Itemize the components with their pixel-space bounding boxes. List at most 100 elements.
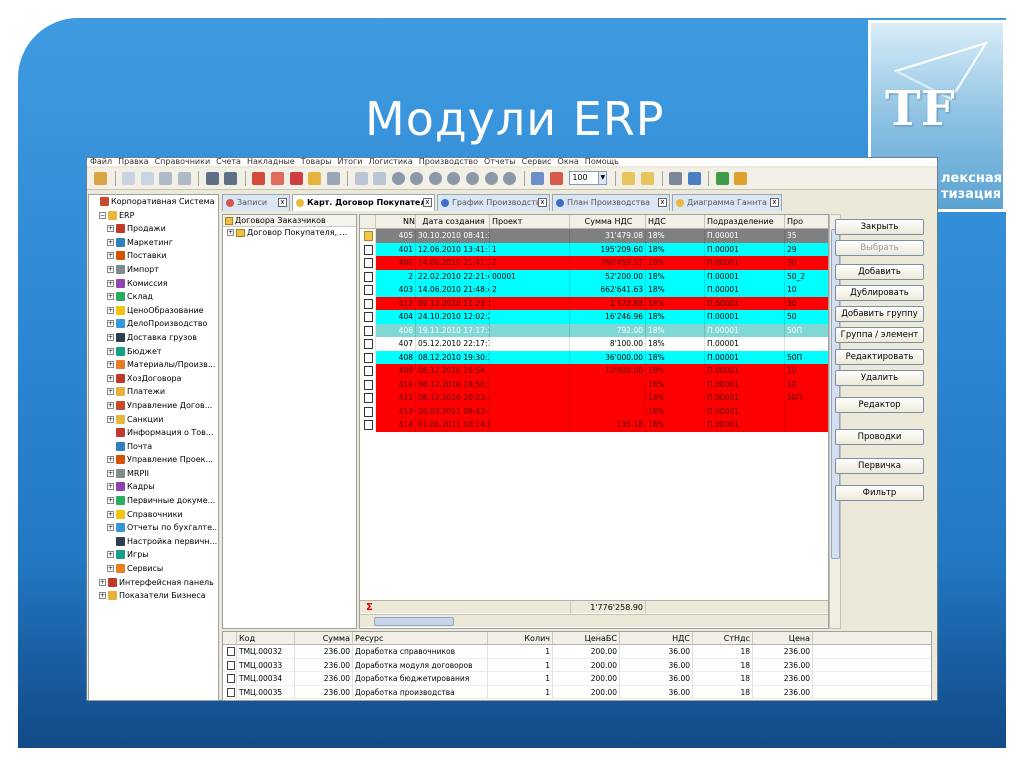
printer-icon[interactable]	[669, 172, 683, 185]
expand-toggle-icon[interactable]: +	[107, 483, 114, 491]
expand-toggle-icon[interactable]: −	[99, 211, 106, 219]
tree-item[interactable]: + Платежи	[89, 385, 218, 399]
table-row[interactable]: 411 08.12.2010 20:23:48 18% П.00001 50П	[360, 391, 828, 405]
action-button[interactable]: Группа / элемент	[835, 327, 924, 343]
action-button[interactable]: Редактор	[835, 397, 924, 413]
grid-horizontal-scrollbar[interactable]	[360, 614, 828, 627]
action-button[interactable]: Добавить	[835, 264, 924, 280]
scrollbar-thumb[interactable]	[374, 617, 454, 626]
expand-toggle-icon[interactable]: +	[107, 238, 114, 246]
action-button[interactable]: Первичка	[835, 458, 924, 474]
grid-column-header[interactable]: Сумма НДС	[570, 215, 646, 229]
expand-toggle-icon[interactable]: +	[107, 415, 114, 423]
table-row[interactable]: 2 22.02.2010 22:21:46 00001 52'200.00 18% П.0…	[360, 269, 828, 283]
folder-icon[interactable]	[622, 172, 636, 185]
expand-toggle-icon[interactable]: +	[107, 497, 114, 505]
menu-item[interactable]: Помощь	[585, 158, 619, 166]
action-button[interactable]: Добавить группу	[835, 306, 924, 322]
table-row[interactable]: 408 08.12.2010 19:30:33 36'000.00 18% П.0000…	[360, 350, 828, 364]
menu-item[interactable]: Итоги	[338, 158, 363, 166]
end-icon[interactable]	[503, 172, 517, 185]
window-icon[interactable]	[687, 172, 701, 185]
chart-icon[interactable]	[252, 172, 266, 185]
refresh-icon[interactable]	[326, 172, 340, 185]
expand-toggle-icon[interactable]: +	[107, 374, 114, 382]
action-button[interactable]: Редактировать	[835, 349, 924, 365]
table-row[interactable]: 410 08.12.2010 19:56:29 18% П.00001 10	[360, 377, 828, 391]
first-icon[interactable]	[391, 172, 405, 185]
table-row[interactable]: 405 30.10.2010 08:41:39 31'479.08 18% П.0000…	[360, 229, 828, 243]
grid-column-header[interactable]: Подразделение	[705, 215, 785, 229]
detail-column-header[interactable]: Сумма	[295, 632, 353, 645]
tree-item[interactable]: + Игры	[89, 548, 218, 562]
zoom-icon[interactable]	[224, 172, 238, 185]
expand-toggle-icon[interactable]: +	[107, 225, 114, 233]
grid-column-header[interactable]: НДС	[646, 215, 705, 229]
tree-item[interactable]: + Интерфейсная панель	[89, 576, 218, 590]
table-row[interactable]: 401 12.06.2010 13:41:14 1 195'209.60 18% П.00…	[360, 242, 828, 256]
calendar-icon[interactable]	[531, 172, 545, 185]
tree-item[interactable]: Настройка первичн...	[89, 535, 218, 549]
expand-toggle-icon[interactable]: +	[107, 551, 114, 559]
tree-item[interactable]: + Управление Догов...	[89, 399, 218, 413]
close-icon[interactable]: x	[278, 198, 287, 207]
expand-toggle-icon[interactable]: +	[107, 524, 114, 532]
table-row[interactable]: 413 26.03.2011 09:43:37 18% П.00001	[360, 404, 828, 418]
detail-column-header[interactable]: ЦенаБС	[553, 632, 620, 645]
contract-tree-item[interactable]: + Договор Покупателя, ...	[223, 227, 356, 239]
detail-column-header[interactable]	[223, 632, 237, 645]
zoom-select[interactable]: 100	[569, 171, 600, 185]
menu-item[interactable]: Сервис	[522, 158, 552, 166]
tab-item[interactable]: График Производства x	[437, 194, 550, 211]
contract-tree-header[interactable]: Договора Заказчиков	[223, 215, 356, 227]
exit-icon[interactable]	[715, 172, 729, 185]
next-icon[interactable]	[466, 172, 480, 185]
prev-icon[interactable]	[428, 172, 442, 185]
tree-item[interactable]: + Отчеты по бухгалте...	[89, 521, 218, 535]
expand-toggle-icon[interactable]: +	[99, 592, 106, 600]
action-button[interactable]: Удалить	[835, 370, 924, 386]
detail-column-header[interactable]: СтНдс	[693, 632, 753, 645]
menu-item[interactable]: Окна	[558, 158, 579, 166]
table-row[interactable]: 404 24.10.2010 12:02:23 16'246.96 18% П.0000…	[360, 310, 828, 324]
print-icon[interactable]	[159, 172, 173, 185]
expand-toggle-icon[interactable]: +	[107, 333, 114, 341]
tree-item[interactable]: + Санкции	[89, 413, 218, 427]
tree-item[interactable]: + Показатели Бизнеса	[89, 589, 218, 603]
preview-icon[interactable]	[177, 172, 191, 185]
tree-item[interactable]: + Кадры	[89, 480, 218, 494]
grid-column-header[interactable]: Дата создания	[416, 215, 490, 229]
table-row[interactable]: 407 05.12.2010 22:17:12 8'100.00 18% П.00001	[360, 337, 828, 351]
tree-item[interactable]: Информация о Тов...	[89, 426, 218, 440]
expand-toggle-icon[interactable]: +	[107, 320, 114, 328]
expand-toggle-icon[interactable]: +	[107, 279, 114, 287]
close-icon[interactable]: x	[538, 198, 547, 207]
expand-toggle-icon[interactable]: +	[107, 265, 114, 273]
notes-icon[interactable]	[640, 172, 654, 185]
tree-item[interactable]: + MRPII	[89, 467, 218, 481]
menu-item[interactable]: Товары	[301, 158, 332, 166]
check-icon[interactable]	[271, 172, 285, 185]
expand-toggle-icon[interactable]: +	[107, 510, 114, 518]
stop-icon[interactable]	[410, 172, 424, 185]
table-row[interactable]: 402 14.06.2010 21:41:24 2 760'459.57 18% П.00…	[360, 256, 828, 270]
table-row[interactable]: 406 19.11.2010 17:17:35 792.00 18% П.00001 50…	[360, 323, 828, 337]
grid-column-header[interactable]	[360, 215, 376, 229]
expand-toggle-icon[interactable]: +	[107, 252, 114, 260]
menu-item[interactable]: Логистика	[368, 158, 412, 166]
tree-item[interactable]: − ERP	[89, 209, 218, 223]
detail-row[interactable]: ТМЦ.00035 236.00 Доработка производства 1 20…	[223, 685, 931, 699]
detail-row[interactable]: ТМЦ.00034 236.00 Доработка бюджетирования 1…	[223, 672, 931, 686]
menu-item[interactable]: Счета	[216, 158, 241, 166]
menu-item[interactable]: Накладные	[247, 158, 295, 166]
open-doc-icon[interactable]	[373, 172, 387, 185]
tree-item[interactable]: + Бюджет	[89, 345, 218, 359]
menu-item[interactable]: Отчеты	[484, 158, 516, 166]
expand-toggle-icon[interactable]: +	[107, 388, 114, 396]
tree-item[interactable]: + Первичные докуме...	[89, 494, 218, 508]
tree-item[interactable]: + Доставка грузов	[89, 331, 218, 345]
tree-item[interactable]: + Комиссия	[89, 277, 218, 291]
tab-item[interactable]: План Производства x	[552, 194, 670, 211]
detail-row[interactable]: ТМЦ.00032 236.00 Доработка справочников 1 20…	[223, 645, 931, 659]
action-button[interactable]: Фильтр	[835, 485, 924, 501]
